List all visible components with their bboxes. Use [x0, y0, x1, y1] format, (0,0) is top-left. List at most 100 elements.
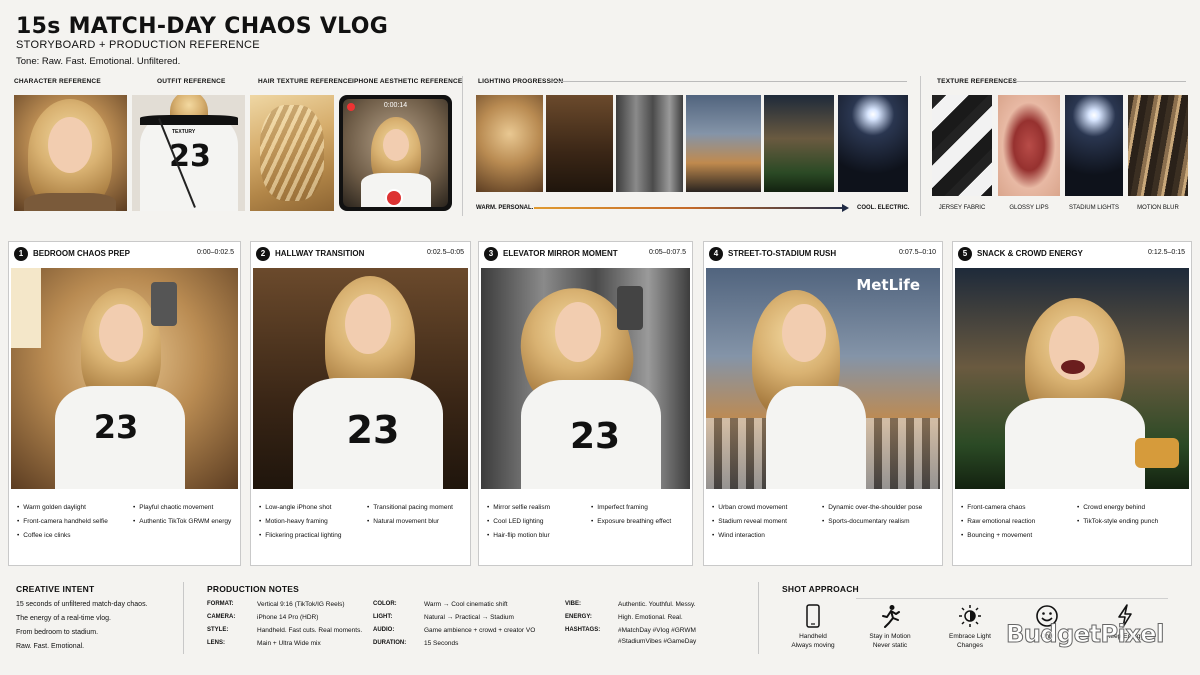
scene-title: STREET-TO-STADIUM RUSH: [728, 249, 837, 258]
scene-note: Crowd energy behind: [1077, 501, 1158, 515]
scene-time: 0:00–0:02.5: [197, 249, 234, 256]
scene-card-5[interactable]: 5 SNACK & CROWD ENERGY 0:12.5–0:15 Front…: [952, 241, 1192, 566]
character-reference-label: CHARACTER REFERENCE: [14, 78, 101, 85]
shot-item-handheld: Handheld Always moving: [778, 604, 848, 650]
duration-key: DURATION:: [373, 640, 407, 646]
light-value: Natural → Practical → Stadium: [424, 614, 514, 621]
scene-header: 5 SNACK & CROWD ENERGY 0:12.5–0:15: [953, 242, 1191, 266]
scene-note: TikTok-style ending punch: [1077, 515, 1158, 529]
scene-note: Wind interaction: [712, 529, 787, 543]
texture-jersey-image: [932, 95, 992, 196]
open-mouth: [1061, 360, 1085, 374]
separator: [183, 582, 184, 654]
shot-rule: [856, 598, 1168, 599]
scene-note: Urban crowd movement: [712, 501, 787, 515]
scene-time: 0:07.5–0:10: [899, 249, 936, 256]
scene-note: Coffee ice clinks: [17, 529, 108, 543]
scene-card-4[interactable]: 4 STREET-TO-STADIUM RUSH 0:07.5–0:10 Met…: [703, 241, 943, 566]
separator: [462, 76, 463, 216]
scene-note: Exposure breathing effect: [591, 515, 671, 529]
texture-label: JERSEY FABRIC: [938, 205, 986, 211]
audio-key: AUDIO:: [373, 627, 395, 633]
jersey-text: TEXTURY: [172, 129, 196, 135]
separator: [920, 76, 921, 216]
scene-card-2[interactable]: 2 HALLWAY TRANSITION 0:02.5–0:05 23 Low-…: [250, 241, 471, 566]
running-person-icon: [855, 604, 925, 632]
lighting-progression-label: LIGHTING PROGRESSION: [478, 78, 564, 85]
camera-key: CAMERA:: [207, 614, 236, 620]
separator: [758, 582, 759, 654]
scene-number-badge: 5: [958, 247, 972, 261]
scene-image: [955, 268, 1189, 489]
scene-header: 1 BEDROOM CHAOS PREP 0:00–0:02.5: [9, 242, 240, 266]
shot-sublabel: Changes: [956, 642, 984, 649]
scene-note: Imperfect framing: [591, 501, 671, 515]
scene-image: 23: [11, 268, 238, 489]
intent-line: The energy of a real-time vlog.: [16, 615, 111, 622]
scene-note: Low-angle iPhone shot: [259, 501, 342, 515]
hashtags-value: #MatchDay #Vlog #GRWM: [618, 627, 696, 634]
sun-half-icon: [935, 604, 1005, 632]
audio-value: Game ambience + crowd + creator VO: [424, 627, 536, 634]
lighting-arena-image: [764, 95, 834, 192]
lighting-bedroom-image: [476, 95, 543, 192]
scene-note: Playful chaotic movement: [133, 501, 231, 515]
creative-intent-title: CREATIVE INTENT: [16, 584, 95, 594]
iphone-reference-label: IPHONE AESTHETIC REFERENCE: [352, 78, 463, 85]
shot-label: Stay in Motion: [869, 633, 911, 640]
lens-value: Main + Ultra Wide mix: [257, 640, 321, 647]
record-button: [385, 189, 403, 207]
hair-reference-label: HAIR TEXTURE REFERENCE: [258, 78, 353, 85]
arrow-right-icon: [842, 204, 849, 212]
scene-card-3[interactable]: 3 ELEVATOR MIRROR MOMENT 0:05–0:07.5 23 …: [478, 241, 693, 566]
scene-title: ELEVATOR MIRROR MOMENT: [503, 249, 618, 258]
jersey-number: 23: [569, 416, 621, 457]
texture-rule: [1012, 81, 1186, 82]
warm-label: WARM. PERSONAL.: [476, 205, 534, 211]
phone-prop: [617, 286, 643, 330]
scene-note: Hair-flip motion blur: [487, 529, 550, 543]
production-notes-title: PRODUCTION NOTES: [207, 584, 299, 594]
scene-title: BEDROOM CHAOS PREP: [33, 249, 130, 258]
scene-title: HALLWAY TRANSITION: [275, 249, 365, 258]
lighting-rule: [552, 81, 907, 82]
tone-line: Tone: Raw. Fast. Emotional. Unfiltered.: [16, 56, 181, 67]
scene-note: Dynamic over-the-shoulder pose: [822, 501, 922, 515]
texture-references-label: TEXTURE REFERENCES: [937, 78, 1018, 85]
shot-sublabel: Never static: [872, 642, 908, 649]
camera-value: iPhone 14 Pro (HDR): [257, 614, 319, 621]
lighting-street-image: [686, 95, 761, 192]
energy-value: High. Emotional. Real.: [618, 614, 683, 621]
iphone-aesthetic-image: 0:00:14: [339, 95, 452, 211]
shot-approach-title: SHOT APPROACH: [782, 584, 859, 594]
character-reference-image: [14, 95, 127, 211]
lighting-hallway-image: [546, 95, 613, 192]
scene-card-1[interactable]: 1 BEDROOM CHAOS PREP 0:00–0:02.5 23 Warm…: [8, 241, 241, 566]
color-value: Warm → Cool cinematic shift: [424, 601, 508, 608]
scene-image: 23: [253, 268, 468, 489]
scene-time: 0:12.5–0:15: [1148, 249, 1185, 256]
scene-note: Bouncing + movement: [961, 529, 1035, 543]
scene-note: Flickering practical lighting: [259, 529, 341, 543]
phone-prop: [151, 282, 177, 326]
texture-motion-blur-image: [1128, 95, 1188, 196]
texture-label: GLOSSY LIPS: [1009, 205, 1049, 211]
scene-note: Stadium reveal moment: [712, 515, 787, 529]
vibe-key: VIBE:: [565, 601, 582, 607]
energy-key: ENERGY:: [565, 614, 592, 620]
duration-value: 15 Seconds: [424, 640, 459, 647]
shot-label: Handheld: [799, 633, 827, 640]
scene-image: MetLife: [706, 268, 940, 489]
scene-title: SNACK & CROWD ENERGY: [977, 249, 1083, 258]
texture-label: MOTION BLUR: [1137, 205, 1179, 211]
page-subtitle: STORYBOARD + PRODUCTION REFERENCE: [16, 39, 260, 51]
scene-header: 4 STREET-TO-STADIUM RUSH 0:07.5–0:10: [704, 242, 942, 266]
light-key: LIGHT:: [373, 614, 393, 620]
texture-lips-image: [998, 95, 1060, 196]
jersey-number: 23: [346, 408, 400, 452]
color-key: COLOR:: [373, 601, 397, 607]
hashtags-value: #StadiumVibes #GameDay: [618, 638, 697, 645]
iphone-timer: 0:00:14: [383, 102, 408, 109]
scene-note: Warm golden daylight: [17, 501, 108, 515]
format-key: FORMAT:: [207, 601, 234, 607]
